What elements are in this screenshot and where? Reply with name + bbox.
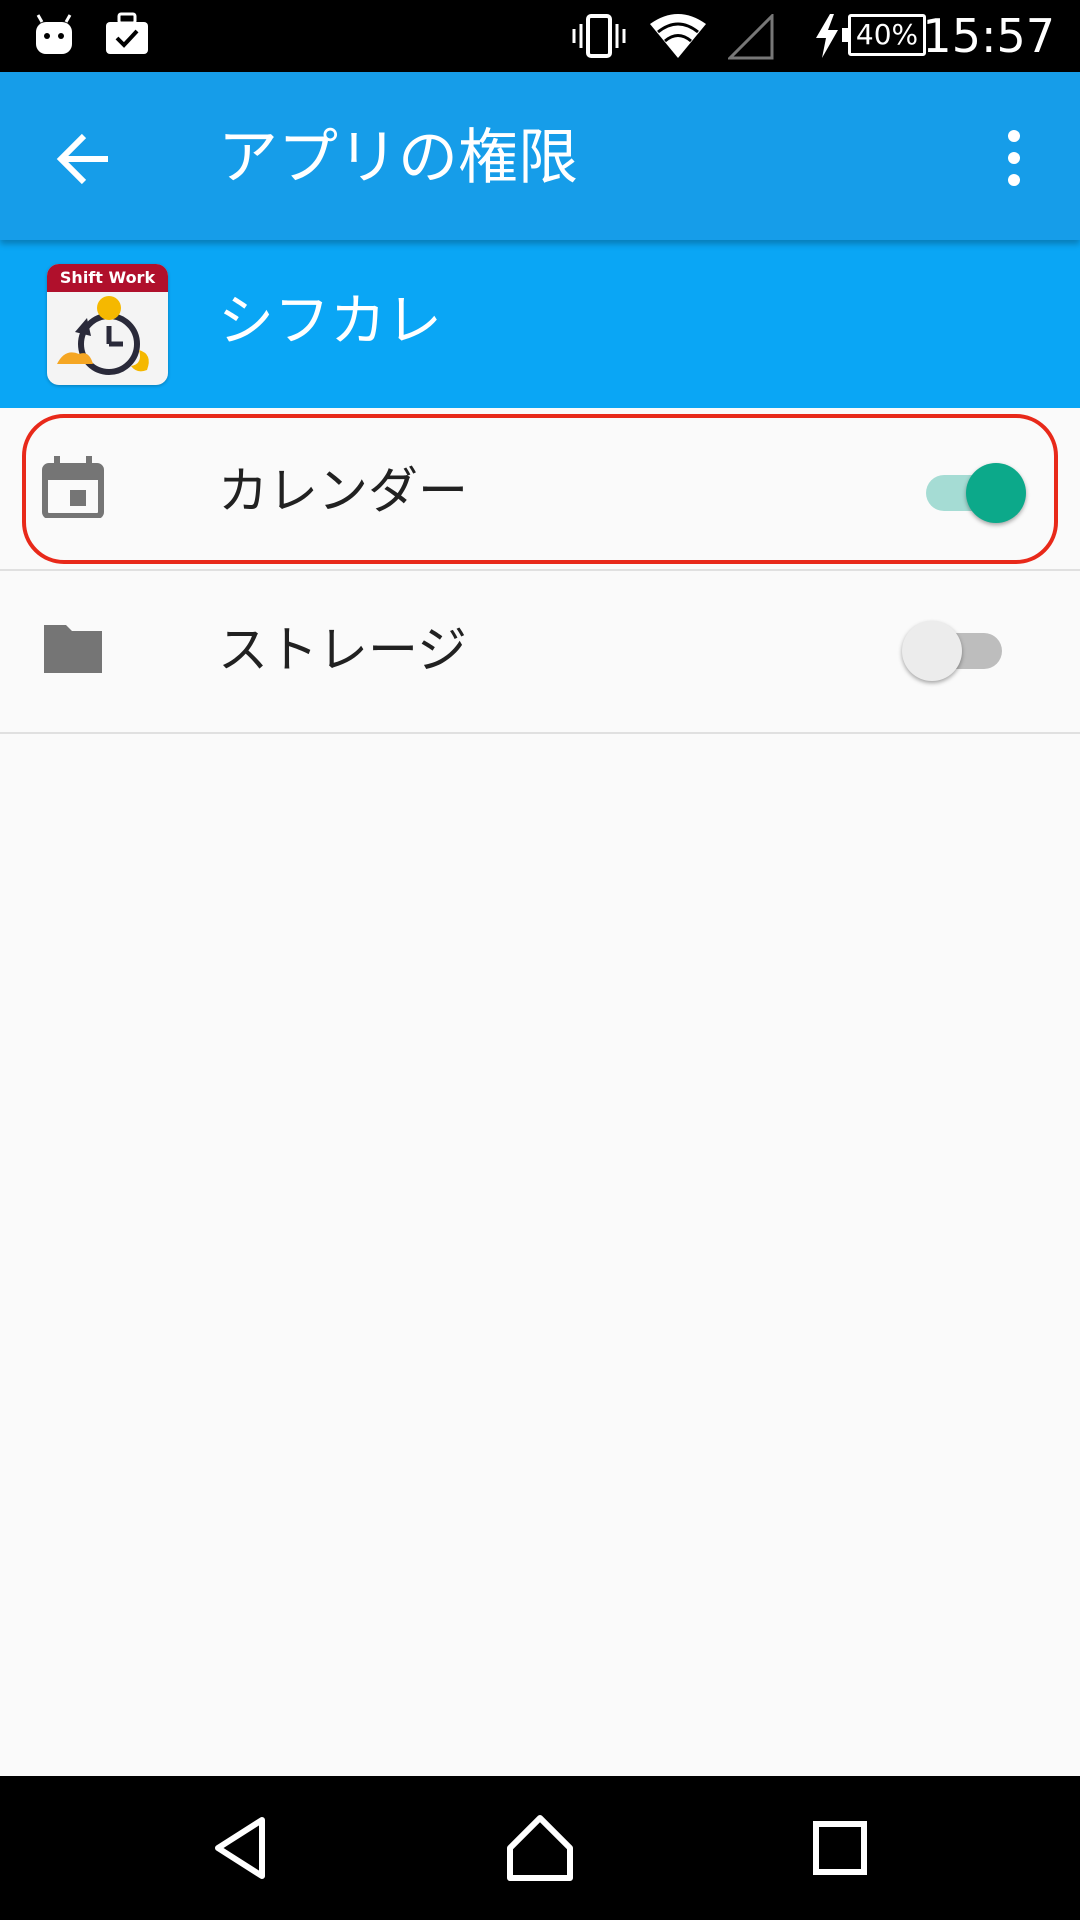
home-icon[interactable] bbox=[500, 1808, 580, 1888]
battery-percent: 40% bbox=[855, 18, 919, 51]
app-icon-label: Shift Work bbox=[47, 264, 168, 292]
app-icon: Shift Work bbox=[47, 264, 168, 385]
app-header: Shift Work シフカレ bbox=[0, 240, 1080, 408]
charging-icon bbox=[816, 14, 838, 58]
storage-permission-toggle[interactable] bbox=[902, 617, 1012, 681]
toggle-thumb bbox=[966, 463, 1026, 523]
status-bar: 40% 15:57 bbox=[0, 0, 1080, 72]
clock-sun-moon-icon bbox=[57, 296, 149, 375]
arrow-back-icon[interactable] bbox=[42, 116, 128, 202]
folder-icon bbox=[44, 625, 102, 673]
status-time: 15:57 bbox=[922, 9, 1055, 63]
permission-label: ストレージ bbox=[218, 621, 467, 679]
calendar-icon bbox=[42, 456, 104, 518]
vibrate-icon bbox=[572, 14, 626, 58]
android-icon bbox=[36, 14, 72, 54]
briefcase-check-icon bbox=[106, 12, 148, 54]
calendar-permission-toggle[interactable] bbox=[916, 459, 1026, 523]
permission-row-calendar[interactable]: カレンダー bbox=[0, 408, 1080, 571]
nav-bar bbox=[0, 1776, 1080, 1920]
app-bar: アプリの権限 bbox=[0, 72, 1080, 240]
permission-label: カレンダー bbox=[218, 462, 468, 520]
permission-row-storage[interactable]: ストレージ bbox=[0, 571, 1080, 734]
app-name: シフカレ bbox=[218, 289, 442, 354]
back-triangle-icon[interactable] bbox=[202, 1808, 282, 1888]
wifi-icon bbox=[650, 14, 706, 58]
recents-icon[interactable] bbox=[800, 1808, 880, 1888]
more-vert-icon[interactable] bbox=[990, 116, 1038, 202]
battery-icon: 40% bbox=[842, 14, 926, 56]
toggle-thumb bbox=[902, 621, 962, 681]
page-title: アプリの権限 bbox=[218, 123, 578, 193]
signal-icon bbox=[728, 14, 774, 60]
